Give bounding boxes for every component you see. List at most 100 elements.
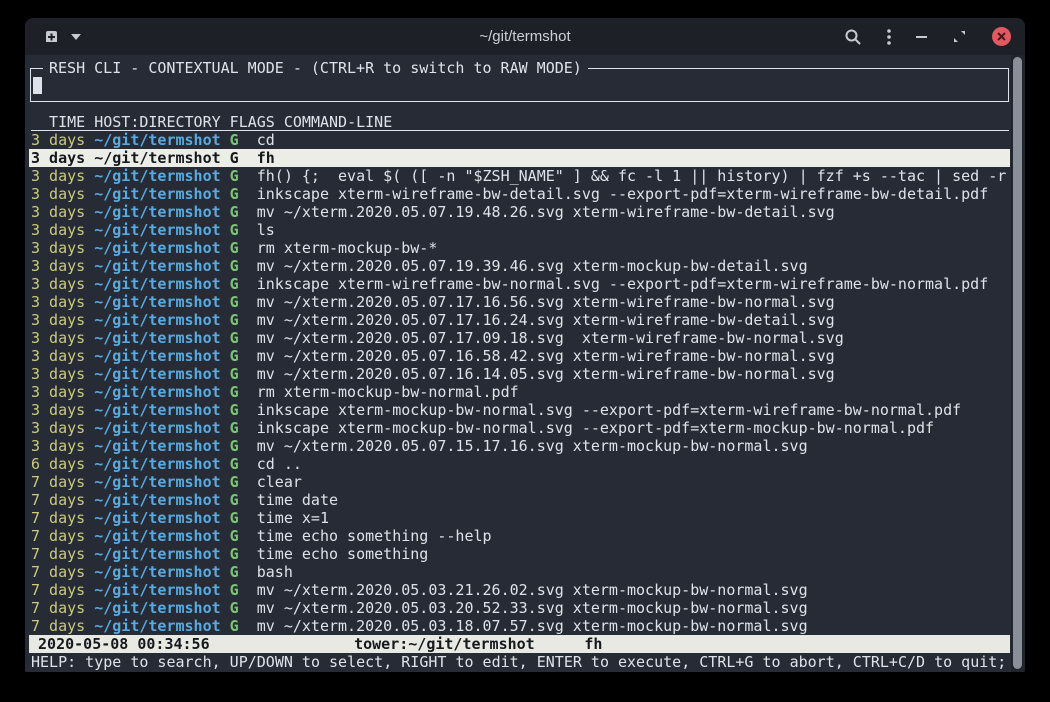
- history-row[interactable]: 7 days ~/git/termshot G mv ~/xterm.2020.…: [29, 581, 1010, 599]
- history-row[interactable]: 3 days ~/git/termshot G mv ~/xterm.2020.…: [29, 311, 1010, 329]
- new-tab-button[interactable]: [43, 29, 60, 45]
- history-row[interactable]: 3 days ~/git/termshot G inkscape xterm-w…: [29, 275, 1010, 293]
- history-row[interactable]: 3 days ~/git/termshot G inkscape xterm-w…: [29, 185, 1010, 203]
- row-flags: G: [230, 293, 257, 311]
- restore-button[interactable]: [952, 29, 967, 44]
- close-button[interactable]: [992, 27, 1011, 46]
- row-time: 7 days: [31, 563, 94, 581]
- menu-button[interactable]: [887, 28, 891, 46]
- row-command: time echo something --help: [257, 527, 1010, 545]
- row-time: 7 days: [31, 545, 94, 563]
- search-icon: [844, 28, 862, 46]
- history-row[interactable]: 7 days ~/git/termshot G time echo someth…: [29, 527, 1010, 545]
- row-command: mv ~/xterm.2020.05.07.19.39.46.svg xterm…: [257, 257, 1010, 275]
- history-row[interactable]: 3 days ~/git/termshot G inkscape xterm-m…: [29, 401, 1010, 419]
- row-time: 7 days: [31, 509, 94, 527]
- row-command: bash: [257, 563, 1010, 581]
- history-row[interactable]: 7 days ~/git/termshot G mv ~/xterm.2020.…: [29, 599, 1010, 617]
- history-row[interactable]: 3 days ~/git/termshot G mv ~/xterm.2020.…: [29, 437, 1010, 455]
- row-directory: ~/git/termshot: [94, 545, 229, 563]
- row-time: 7 days: [31, 491, 94, 509]
- row-directory: ~/git/termshot: [94, 491, 229, 509]
- row-directory: ~/git/termshot: [94, 563, 229, 581]
- row-flags: G: [230, 185, 257, 203]
- row-flags: G: [230, 311, 257, 329]
- titlebar: ~/git/termshot: [25, 18, 1025, 55]
- row-directory: ~/git/termshot: [94, 149, 229, 167]
- status-host-directory: tower:~/git/termshot: [354, 635, 535, 653]
- history-row[interactable]: 6 days ~/git/termshot G cd ..: [29, 455, 1010, 473]
- history-row[interactable]: 7 days ~/git/termshot G clear: [29, 473, 1010, 491]
- history-row[interactable]: 3 days ~/git/termshot G mv ~/xterm.2020.…: [29, 203, 1010, 221]
- history-row[interactable]: 3 days ~/git/termshot G mv ~/xterm.2020.…: [29, 347, 1010, 365]
- row-directory: ~/git/termshot: [94, 275, 229, 293]
- row-time: 3 days: [31, 347, 94, 365]
- row-directory: ~/git/termshot: [94, 401, 229, 419]
- search-button[interactable]: [844, 28, 862, 46]
- row-time: 3 days: [31, 293, 94, 311]
- history-row[interactable]: 3 days ~/git/termshot G mv ~/xterm.2020.…: [29, 293, 1010, 311]
- history-row[interactable]: 7 days ~/git/termshot G bash: [29, 563, 1010, 581]
- row-time: 3 days: [31, 149, 94, 167]
- row-directory: ~/git/termshot: [94, 617, 229, 635]
- row-flags: G: [230, 617, 257, 635]
- row-flags: G: [230, 437, 257, 455]
- row-command: fh: [257, 149, 1010, 167]
- row-time: 3 days: [31, 257, 94, 275]
- row-directory: ~/git/termshot: [94, 365, 229, 383]
- history-row[interactable]: 7 days ~/git/termshot G time echo someth…: [29, 545, 1010, 563]
- row-command: mv ~/xterm.2020.05.07.19.48.26.svg xterm…: [257, 203, 1010, 221]
- row-directory: ~/git/termshot: [94, 509, 229, 527]
- row-directory: ~/git/termshot: [94, 527, 229, 545]
- close-icon: [996, 31, 1007, 42]
- history-row[interactable]: 3 days ~/git/termshot G rm xterm-mockup-…: [29, 383, 1010, 401]
- resh-search-input[interactable]: RESH CLI - CONTEXTUAL MODE - (CTRL+R to …: [30, 68, 1009, 102]
- row-command: inkscape xterm-wireframe-bw-normal.svg -…: [257, 275, 1010, 293]
- row-time: 7 days: [31, 581, 94, 599]
- row-command: rm xterm-mockup-bw-normal.pdf: [257, 383, 1010, 401]
- scrollbar[interactable]: [1011, 55, 1025, 672]
- row-command: mv ~/xterm.2020.05.07.15.17.16.svg xterm…: [257, 437, 1010, 455]
- history-row[interactable]: 3 days ~/git/termshot G mv ~/xterm.2020.…: [29, 365, 1010, 383]
- row-command: mv ~/xterm.2020.05.07.17.16.56.svg xterm…: [257, 293, 1010, 311]
- row-time: 7 days: [31, 473, 94, 491]
- row-time: 7 days: [31, 599, 94, 617]
- row-directory: ~/git/termshot: [94, 473, 229, 491]
- text-cursor: [33, 77, 42, 94]
- row-command: fh() {; eval $( ([ -n "$ZSH_NAME" ] && f…: [257, 167, 1010, 185]
- status-bar: 2020-05-08 00:34:56 tower:~/git/termshot…: [29, 635, 1010, 653]
- row-time: 3 days: [31, 239, 94, 257]
- history-row[interactable]: 3 days ~/git/termshot G fh() {; eval $( …: [29, 167, 1010, 185]
- history-row[interactable]: 3 days ~/git/termshot G cd: [29, 131, 1010, 149]
- tab-list-dropdown[interactable]: [71, 34, 81, 40]
- row-directory: ~/git/termshot: [94, 329, 229, 347]
- row-directory: ~/git/termshot: [94, 239, 229, 257]
- terminal-window: ~/git/termshot: [25, 18, 1025, 672]
- row-time: 3 days: [31, 419, 94, 437]
- row-time: 3 days: [31, 401, 94, 419]
- row-flags: G: [230, 527, 257, 545]
- history-row[interactable]: 3 days ~/git/termshot G rm xterm-mockup-…: [29, 239, 1010, 257]
- row-directory: ~/git/termshot: [94, 293, 229, 311]
- row-time: 3 days: [31, 365, 94, 383]
- history-row[interactable]: 3 days ~/git/termshot G mv ~/xterm.2020.…: [29, 257, 1010, 275]
- row-flags: G: [230, 167, 257, 185]
- row-command: mv ~/xterm.2020.05.03.20.52.33.svg xterm…: [257, 599, 1010, 617]
- row-flags: G: [230, 491, 257, 509]
- row-command: mv ~/xterm.2020.05.03.21.26.02.svg xterm…: [257, 581, 1010, 599]
- history-row[interactable]: 7 days ~/git/termshot G mv ~/xterm.2020.…: [29, 617, 1010, 635]
- history-row[interactable]: 3 days ~/git/termshot G fh: [29, 149, 1010, 167]
- row-time: 3 days: [31, 275, 94, 293]
- row-time: 3 days: [31, 203, 94, 221]
- history-row[interactable]: 7 days ~/git/termshot G time date: [29, 491, 1010, 509]
- row-directory: ~/git/termshot: [94, 437, 229, 455]
- scrollbar-thumb[interactable]: [1013, 57, 1022, 669]
- terminal-screen[interactable]: RESH CLI - CONTEXTUAL MODE - (CTRL+R to …: [25, 55, 1025, 672]
- row-command: ls: [257, 221, 1010, 239]
- history-row[interactable]: 7 days ~/git/termshot G time x=1: [29, 509, 1010, 527]
- history-row[interactable]: 3 days ~/git/termshot G ls: [29, 221, 1010, 239]
- history-row[interactable]: 3 days ~/git/termshot G inkscape xterm-m…: [29, 419, 1010, 437]
- minimize-button[interactable]: [916, 36, 927, 38]
- history-row[interactable]: 3 days ~/git/termshot G mv ~/xterm.2020.…: [29, 329, 1010, 347]
- row-command: mv ~/xterm.2020.05.07.17.09.18.svg xterm…: [257, 329, 1010, 347]
